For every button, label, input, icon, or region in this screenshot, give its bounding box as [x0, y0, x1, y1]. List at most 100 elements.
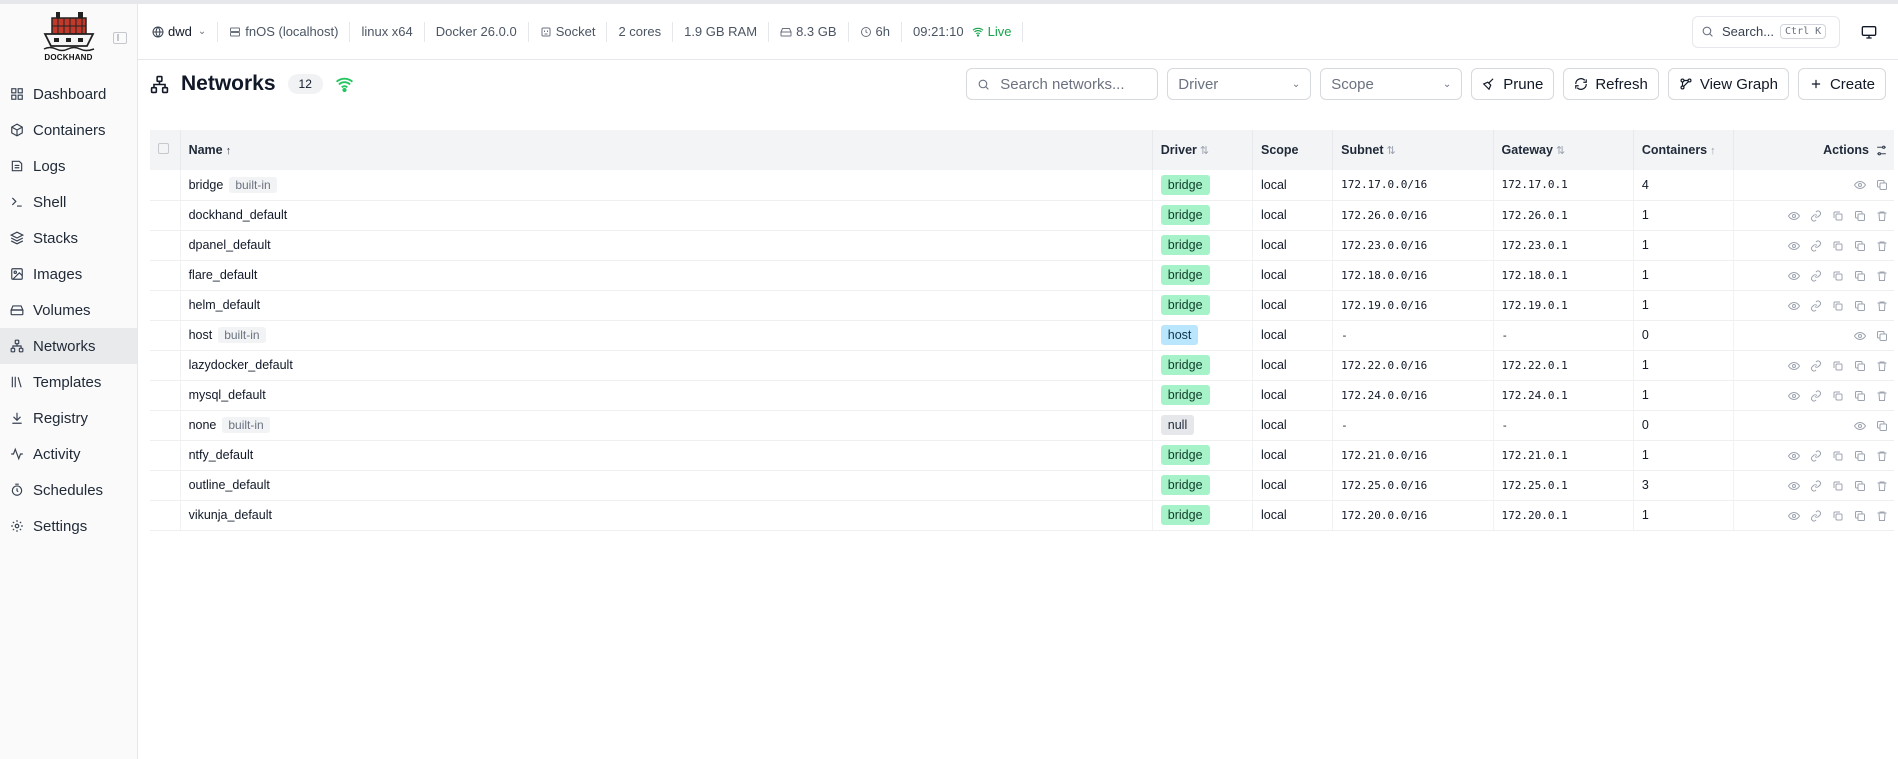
network-name[interactable]: bridge [189, 178, 224, 192]
network-name[interactable]: host [189, 328, 213, 342]
table-row[interactable]: vikunja_default bridge local 172.20.0.0/… [150, 500, 1894, 531]
eye-icon[interactable] [1853, 179, 1867, 191]
unlink-icon[interactable] [1832, 510, 1844, 522]
network-search-input[interactable] [1000, 75, 1141, 93]
copy-icon[interactable] [1876, 330, 1888, 342]
row-select-cell[interactable] [150, 170, 181, 201]
eye-icon[interactable] [1787, 450, 1801, 462]
sidebar-item-templates[interactable]: Templates [0, 364, 137, 400]
global-search-button[interactable]: Search... Ctrl K [1692, 15, 1840, 48]
unlink-icon[interactable] [1832, 240, 1844, 252]
row-select-cell[interactable] [150, 410, 181, 441]
trash-icon[interactable] [1876, 360, 1888, 372]
row-select-cell[interactable] [150, 470, 181, 501]
trash-icon[interactable] [1876, 480, 1888, 492]
trash-icon[interactable] [1876, 390, 1888, 402]
network-name[interactable]: ntfy_default [189, 448, 254, 462]
select-all-checkbox[interactable] [158, 143, 169, 154]
unlink-icon[interactable] [1832, 480, 1844, 492]
link-icon[interactable] [1810, 450, 1822, 462]
network-name[interactable]: outline_default [189, 478, 270, 492]
network-name[interactable]: helm_default [189, 298, 261, 312]
table-row[interactable]: dockhand_default bridge local 172.26.0.0… [150, 200, 1894, 231]
copy-icon[interactable] [1854, 450, 1866, 462]
copy-icon[interactable] [1854, 510, 1866, 522]
unlink-icon[interactable] [1832, 360, 1844, 372]
trash-icon[interactable] [1876, 510, 1888, 522]
trash-icon[interactable] [1876, 210, 1888, 222]
sidebar-item-networks[interactable]: Networks [0, 328, 137, 364]
link-icon[interactable] [1810, 390, 1822, 402]
network-name[interactable]: vikunja_default [189, 508, 272, 522]
refresh-button[interactable]: Refresh [1563, 68, 1659, 100]
row-select-cell[interactable] [150, 320, 181, 351]
copy-icon[interactable] [1854, 240, 1866, 252]
trash-icon[interactable] [1876, 270, 1888, 282]
row-select-cell[interactable] [150, 350, 181, 381]
row-select-cell[interactable] [150, 380, 181, 411]
unlink-icon[interactable] [1832, 270, 1844, 282]
trash-icon[interactable] [1876, 450, 1888, 462]
eye-icon[interactable] [1787, 210, 1801, 222]
environment-selector[interactable]: dwd ⌄ [152, 21, 219, 42]
eye-icon[interactable] [1787, 240, 1801, 252]
eye-icon[interactable] [1787, 270, 1801, 282]
table-row[interactable]: mysql_default bridge local 172.24.0.0/16… [150, 380, 1894, 411]
table-row[interactable]: bridge built-in bridge local 172.17.0.0/1… [150, 170, 1894, 201]
eye-icon[interactable] [1787, 300, 1801, 312]
network-search-field[interactable] [966, 68, 1159, 100]
table-row[interactable]: flare_default bridge local 172.18.0.0/16… [150, 260, 1894, 291]
copy-icon[interactable] [1876, 420, 1888, 432]
sidebar-item-registry[interactable]: Registry [0, 400, 137, 436]
sidebar-item-dashboard[interactable]: Dashboard [0, 76, 137, 112]
sidebar-item-stacks[interactable]: Stacks [0, 220, 137, 256]
table-row[interactable]: lazydocker_default bridge local 172.22.0… [150, 350, 1894, 381]
sidebar-item-shell[interactable]: Shell [0, 184, 137, 220]
table-row[interactable]: host built-in host local - - 0 [150, 320, 1894, 351]
trash-icon[interactable] [1876, 240, 1888, 252]
link-icon[interactable] [1810, 510, 1822, 522]
copy-icon[interactable] [1854, 360, 1866, 372]
sidebar-item-containers[interactable]: Containers [0, 112, 137, 148]
trash-icon[interactable] [1876, 300, 1888, 312]
network-name[interactable]: flare_default [189, 268, 258, 282]
unlink-icon[interactable] [1832, 450, 1844, 462]
network-name[interactable]: none [189, 418, 217, 432]
network-name[interactable]: mysql_default [189, 388, 266, 402]
column-header-subnet[interactable]: Subnet ⇅ [1332, 130, 1494, 170]
table-row[interactable]: ntfy_default bridge local 172.21.0.0/16 … [150, 440, 1894, 471]
row-select-cell[interactable] [150, 230, 181, 261]
sidebar-item-volumes[interactable]: Volumes [0, 292, 137, 328]
link-icon[interactable] [1810, 300, 1822, 312]
table-row[interactable]: dpanel_default bridge local 172.23.0.0/1… [150, 230, 1894, 261]
sidebar-item-schedules[interactable]: Schedules [0, 472, 137, 508]
eye-icon[interactable] [1787, 390, 1801, 402]
link-icon[interactable] [1810, 210, 1822, 222]
column-header-gateway[interactable]: Gateway ⇅ [1493, 130, 1634, 170]
row-select-cell[interactable] [150, 500, 181, 531]
table-row[interactable]: helm_default bridge local 172.19.0.0/16 … [150, 290, 1894, 321]
column-settings-icon[interactable] [1875, 144, 1888, 157]
network-name[interactable]: lazydocker_default [189, 358, 293, 372]
table-row[interactable]: none built-in null local - - 0 [150, 410, 1894, 441]
eye-icon[interactable] [1853, 420, 1867, 432]
network-name[interactable]: dockhand_default [189, 208, 288, 222]
column-header-driver[interactable]: Driver ⇅ [1152, 130, 1254, 170]
column-header-name[interactable]: Name ↑ [180, 130, 1153, 170]
copy-icon[interactable] [1854, 390, 1866, 402]
sidebar-item-settings[interactable]: Settings [0, 508, 137, 544]
row-select-cell[interactable] [150, 200, 181, 231]
display-toggle-button[interactable] [1854, 17, 1884, 47]
network-name[interactable]: dpanel_default [189, 238, 271, 252]
copy-icon[interactable] [1854, 300, 1866, 312]
select-all-header[interactable] [150, 130, 181, 170]
link-icon[interactable] [1810, 240, 1822, 252]
sidebar-item-logs[interactable]: Logs [0, 148, 137, 184]
copy-icon[interactable] [1876, 179, 1888, 191]
sidebar-item-activity[interactable]: Activity [0, 436, 137, 472]
prune-button[interactable]: Prune [1471, 68, 1555, 100]
unlink-icon[interactable] [1832, 210, 1844, 222]
row-select-cell[interactable] [150, 260, 181, 291]
eye-icon[interactable] [1787, 480, 1801, 492]
sidebar-item-images[interactable]: Images [0, 256, 137, 292]
